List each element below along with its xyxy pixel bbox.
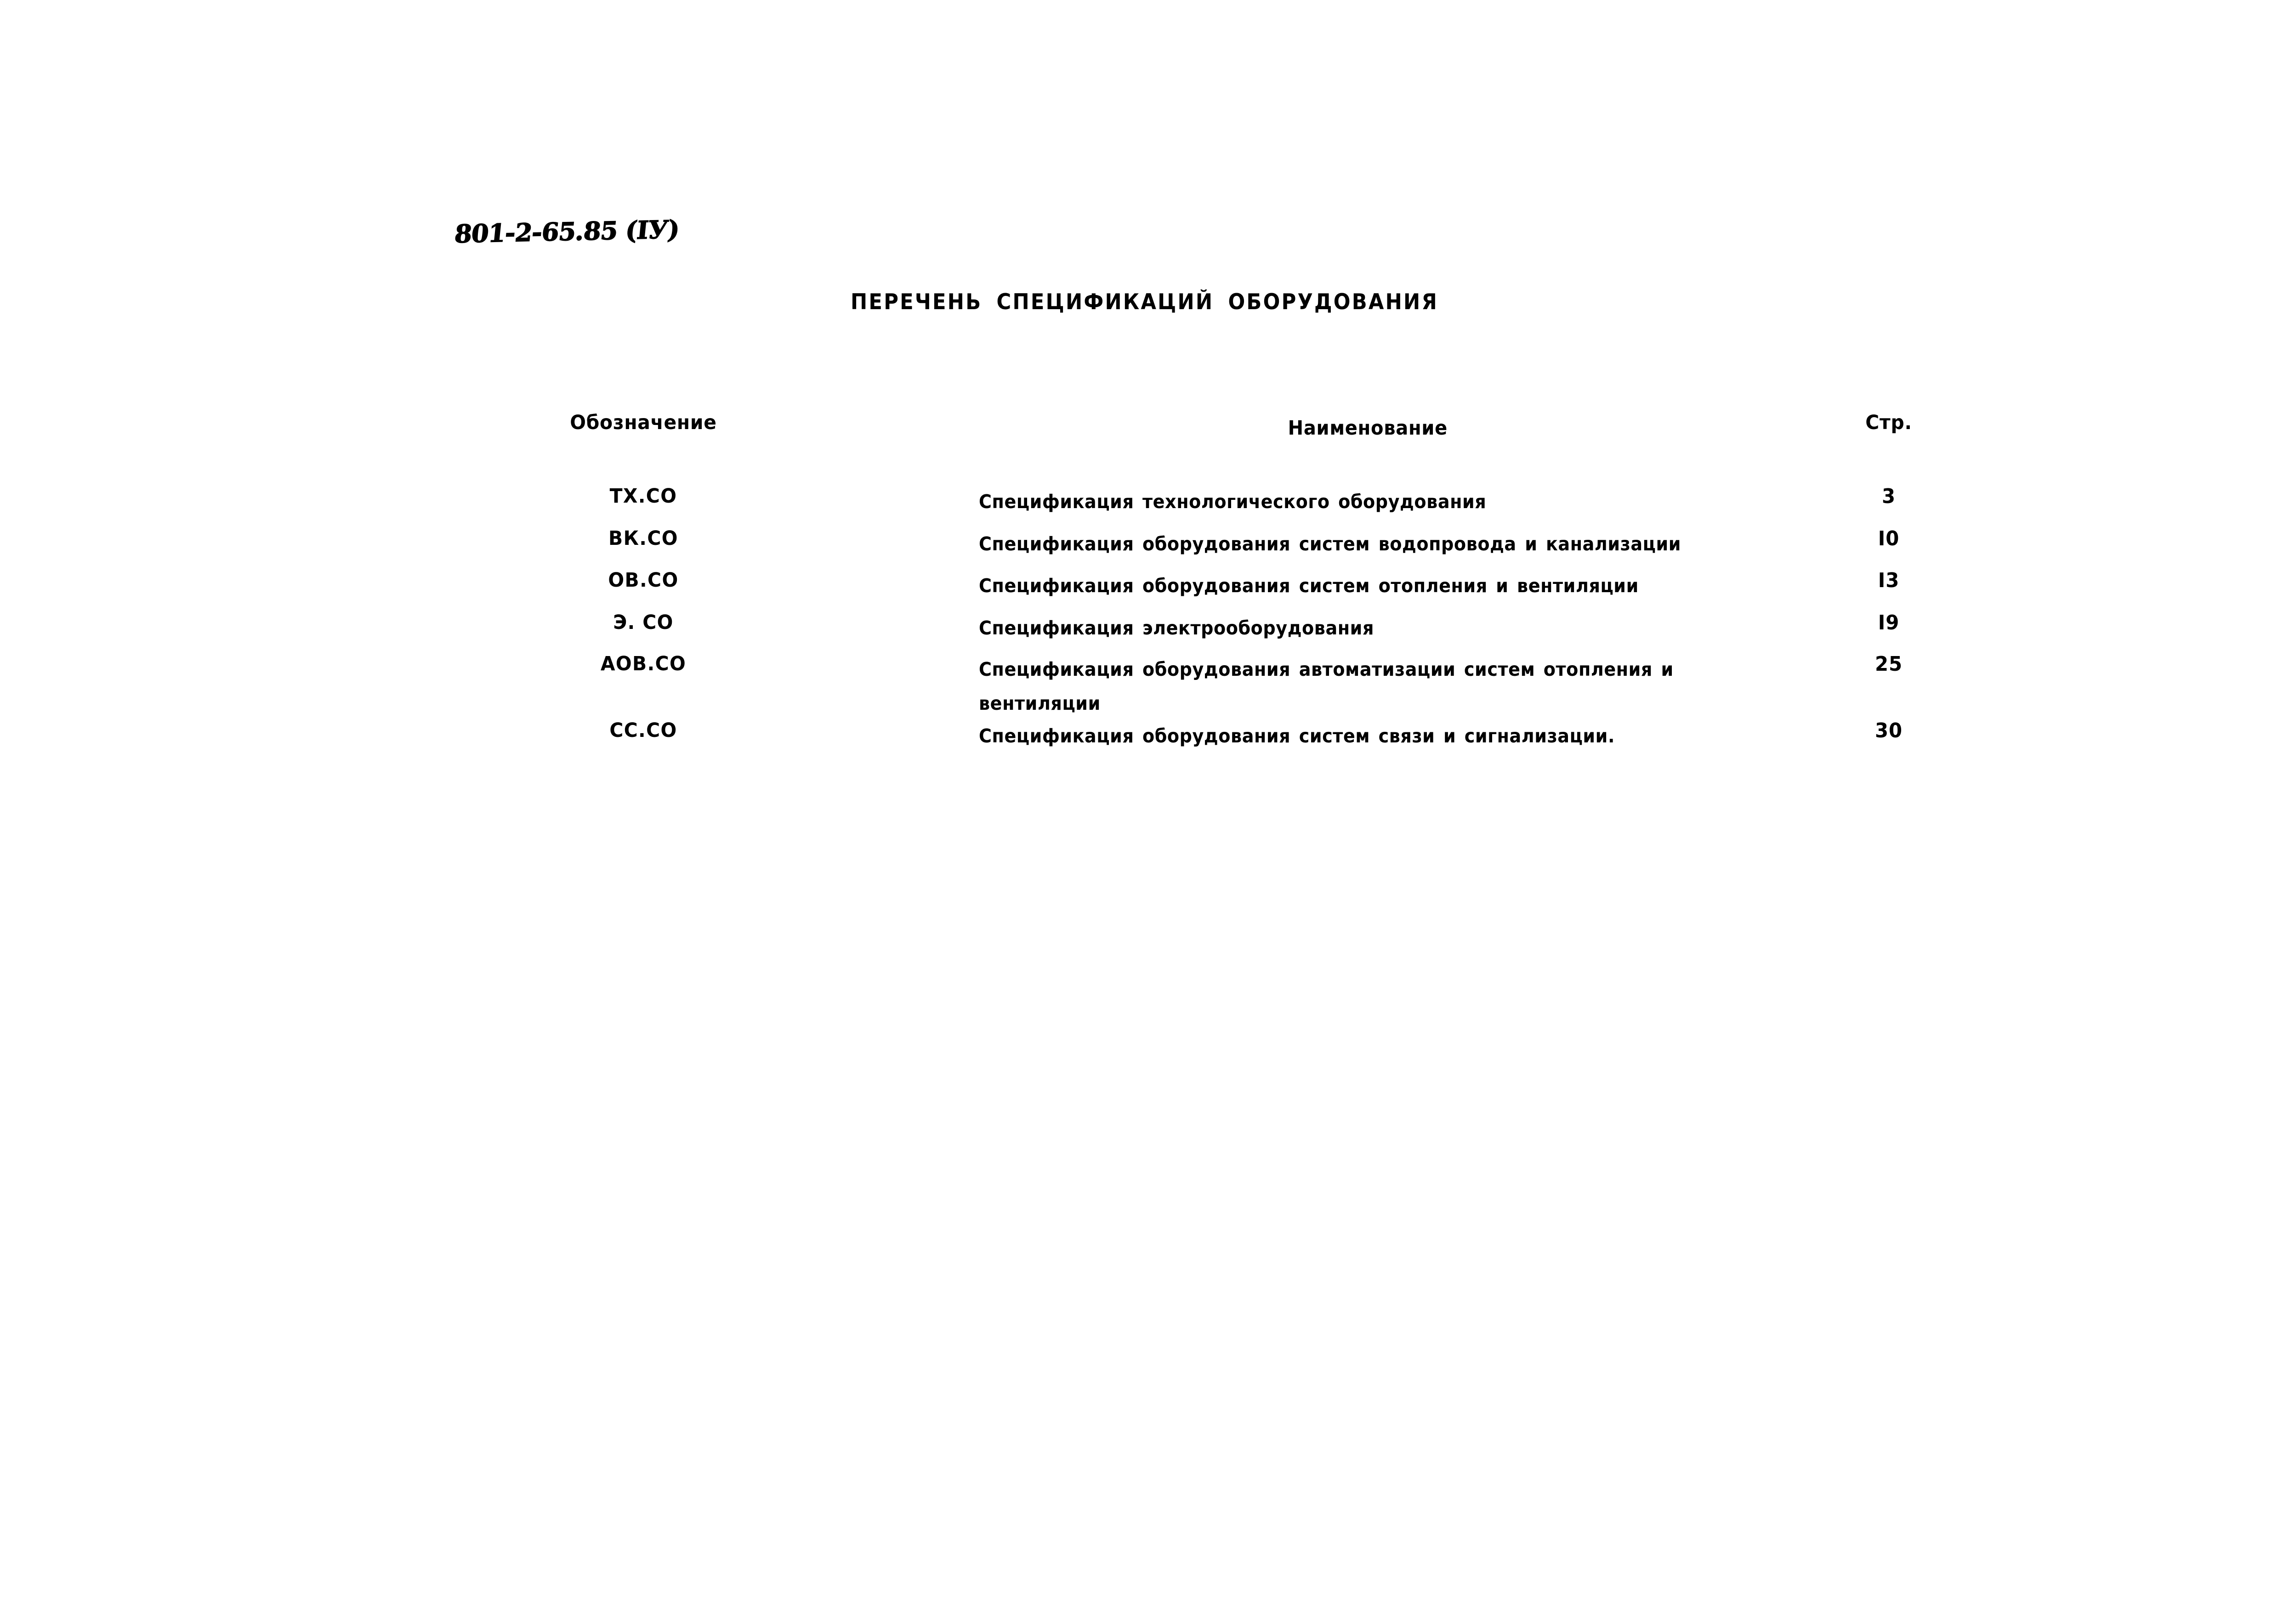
row-name-line1: Спецификация оборудования систем связи и… [979, 725, 1615, 747]
document-page: 801-2-65.85 (IУ) ПЕРЕЧЕНЬ СПЕЦИФИКАЦИЙ О… [0, 0, 2289, 1624]
row-name-line2: вентиляции [979, 692, 1101, 714]
row-designation: ТХ.СО [609, 485, 677, 508]
row-page: I0 [1878, 527, 1900, 550]
row-name: Спецификация оборудования автоматизации … [979, 652, 1757, 720]
row-name: Спецификация электрооборудования [979, 611, 1757, 645]
row-name: Спецификация технологического оборудован… [979, 485, 1757, 519]
row-page: 3 [1881, 485, 1896, 508]
row-page: I9 [1878, 611, 1900, 634]
row-designation: ВК.СО [608, 527, 678, 550]
column-header-designation: Обозначение [570, 411, 717, 434]
page-title: ПЕРЕЧЕНЬ СПЕЦИФИКАЦИЙ ОБОРУДОВАНИЯ [851, 289, 1438, 315]
row-name: Спецификация оборудования систем водопро… [979, 527, 1757, 561]
column-header-page: Стр. [1865, 411, 1912, 434]
column-header-name: Наименование [1288, 417, 1448, 440]
row-name-line1: Спецификация электрооборудования [979, 617, 1374, 639]
row-designation: АОВ.СО [600, 652, 687, 675]
row-designation: Э. СО [613, 611, 674, 634]
row-designation: ОВ.СО [608, 569, 679, 592]
row-page: 25 [1874, 652, 1903, 676]
row-name-line1: Спецификация оборудования систем отоплен… [979, 575, 1639, 597]
row-name-line1: Спецификация оборудования автоматизации … [979, 658, 1674, 680]
row-name: Спецификация оборудования систем отоплен… [979, 569, 1757, 603]
row-page: I3 [1878, 569, 1900, 592]
row-name: Спецификация оборудования систем связи и… [979, 719, 1757, 753]
row-name-line1: Спецификация технологического оборудован… [979, 491, 1487, 513]
row-page: 30 [1874, 719, 1903, 742]
document-code: 801-2-65.85 (IУ) [453, 214, 681, 249]
row-name-line1: Спецификация оборудования систем водопро… [979, 533, 1681, 555]
row-designation: СС.СО [609, 719, 677, 742]
